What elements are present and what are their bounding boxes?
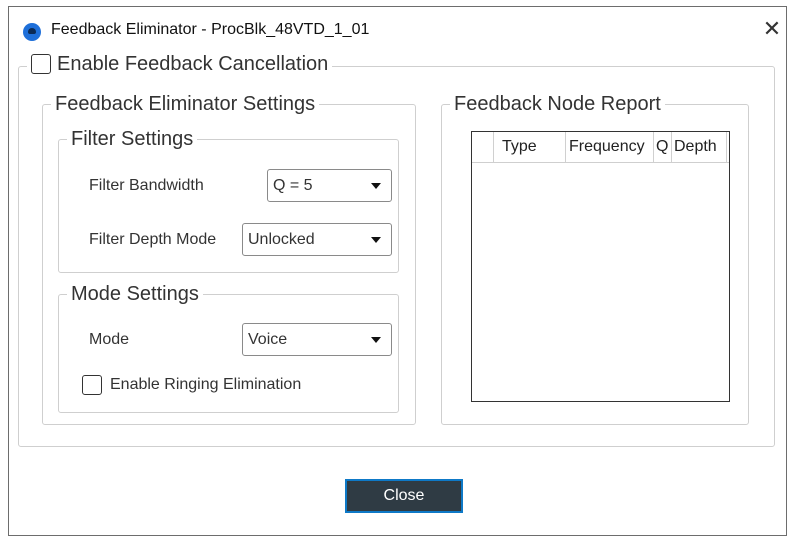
window-title: Feedback Eliminator - ProcBlk_48VTD_1_01 bbox=[51, 21, 370, 38]
filter-depth-mode-value: Unlocked bbox=[248, 231, 315, 248]
close-icon[interactable]: ✕ bbox=[760, 17, 784, 41]
enable-ringing-elimination-label: Enable Ringing Elimination bbox=[110, 376, 302, 393]
enable-feedback-cancellation-label: Enable Feedback Cancellation bbox=[57, 53, 329, 75]
column-header-spacer bbox=[472, 132, 494, 162]
enable-feedback-cancellation-legend: Enable Feedback Cancellation bbox=[27, 53, 332, 79]
mode-label: Mode bbox=[89, 331, 130, 348]
filter-depth-mode-label: Filter Depth Mode bbox=[89, 231, 217, 248]
chevron-down-icon bbox=[371, 183, 381, 189]
filter-bandwidth-select[interactable]: Q = 5 bbox=[267, 169, 392, 202]
column-header-depth[interactable]: Depth bbox=[672, 132, 727, 162]
mode-value: Voice bbox=[248, 331, 288, 348]
chevron-down-icon bbox=[371, 337, 381, 343]
filter-settings-title: Filter Settings bbox=[71, 128, 194, 150]
filter-bandwidth-label: Filter Bandwidth bbox=[89, 177, 204, 194]
column-header-q[interactable]: Q bbox=[654, 132, 672, 162]
close-button[interactable]: Close bbox=[345, 479, 463, 513]
feedback-eliminator-settings-title: Feedback Eliminator Settings bbox=[55, 93, 316, 115]
chevron-down-icon bbox=[371, 237, 381, 243]
mode-settings-title: Mode Settings bbox=[71, 283, 199, 305]
filter-depth-mode-select[interactable]: Unlocked bbox=[242, 223, 392, 256]
column-header-type[interactable]: Type bbox=[494, 132, 566, 162]
report-table-header: Type Frequency Q Depth bbox=[472, 132, 729, 163]
mode-select[interactable]: Voice bbox=[242, 323, 392, 356]
feedback-node-report-title: Feedback Node Report bbox=[454, 93, 661, 115]
title-bar[interactable]: Feedback Eliminator - ProcBlk_48VTD_1_01… bbox=[9, 7, 786, 53]
app-icon bbox=[23, 23, 41, 41]
enable-feedback-cancellation-checkbox[interactable] bbox=[31, 54, 51, 74]
filter-bandwidth-value: Q = 5 bbox=[273, 177, 313, 194]
feedback-node-report-table[interactable]: Type Frequency Q Depth bbox=[471, 131, 730, 402]
enable-ringing-elimination-checkbox[interactable] bbox=[82, 375, 102, 395]
column-header-frequency[interactable]: Frequency bbox=[566, 132, 654, 162]
enable-ringing-elimination[interactable]: Enable Ringing Elimination bbox=[82, 375, 301, 395]
